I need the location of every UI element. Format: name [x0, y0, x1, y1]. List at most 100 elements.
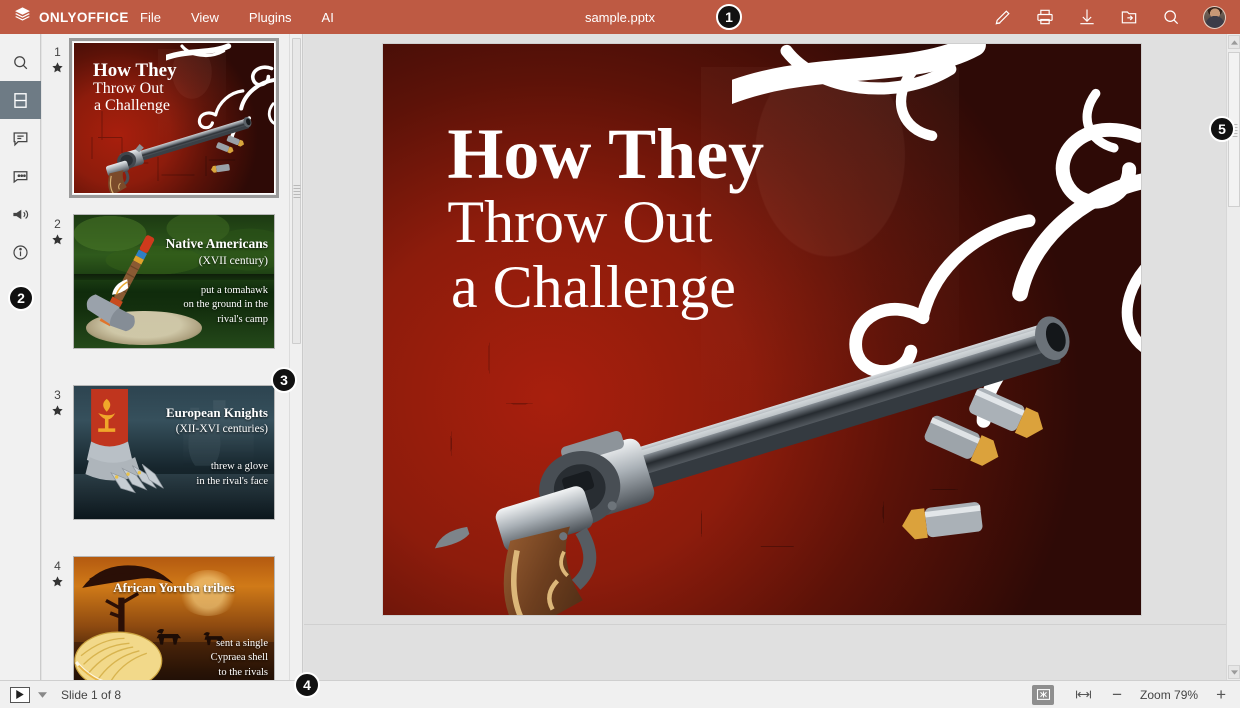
slide-body: threw a glove in the rival's face	[196, 460, 268, 489]
sidebar-item-about[interactable]	[0, 233, 41, 271]
menu-file[interactable]: File	[140, 10, 161, 25]
body-line: threw a glove	[210, 461, 268, 473]
slide-canvas-3: European Knights (XII-XVI centuries) thr…	[74, 386, 274, 519]
menu-plugins[interactable]: Plugins	[249, 10, 292, 25]
thumbnail-meta: 4	[42, 556, 73, 680]
revolver-graphic	[391, 261, 1134, 615]
info-icon	[11, 243, 30, 262]
user-avatar[interactable]	[1203, 5, 1226, 29]
sidebar-item-slides[interactable]	[0, 81, 41, 119]
search-icon[interactable]	[1161, 7, 1181, 27]
revolver-graphic	[78, 102, 270, 193]
body-line: on the ground in the	[183, 299, 268, 311]
comments-icon	[11, 129, 30, 148]
status-bar: Slide 1 of 8 − Zoom 79% +	[0, 680, 1240, 708]
scroll-down-arrow-icon[interactable]	[1228, 665, 1240, 679]
slide-workspace: How They Throw Out a Challenge	[304, 34, 1226, 680]
sidebar-item-chat[interactable]	[0, 157, 41, 195]
thumbnail-meta: 2	[42, 214, 73, 349]
annotation-badge-1: 1	[716, 4, 742, 30]
thumbnail-meta: 3	[42, 385, 73, 520]
search-icon	[11, 53, 30, 72]
open-location-icon[interactable]	[1119, 7, 1139, 27]
slide-heading: European Knights	[166, 404, 268, 420]
workspace-divider	[304, 624, 1226, 625]
thumbnail-meta: 1	[42, 42, 73, 194]
body-line: in the rival's face	[196, 476, 268, 488]
annotation-badge-3: 3	[271, 367, 297, 393]
annotation-badge-5: 5	[1209, 116, 1235, 142]
title-line-1: How They	[93, 60, 177, 81]
scroll-up-arrow-icon[interactable]	[1228, 35, 1240, 49]
annotation-badge-2: 2	[8, 285, 34, 311]
sidebar-item-feedback[interactable]	[0, 195, 41, 233]
thumbnail-slide-3[interactable]: 3 European Knights (XII-XVI centuries) t…	[42, 385, 290, 520]
app-header: ONLYOFFICE File View Plugins AI sample.p…	[0, 0, 1240, 34]
print-icon[interactable]	[1035, 7, 1055, 27]
layers-icon	[14, 6, 31, 28]
feedback-megaphone-icon	[11, 205, 30, 224]
body-line: Cypraea shell	[210, 652, 268, 664]
thumbnail-slide-2[interactable]: 2 Native Americans (XVII century) put a …	[42, 214, 290, 349]
thumbnail-slide-1[interactable]: 1 How They Throw Out a Challenge	[42, 38, 290, 198]
slide-heading: Native Americans	[165, 236, 268, 252]
chat-icon	[11, 167, 30, 186]
download-icon[interactable]	[1077, 7, 1097, 27]
slide-canvas-1: How They Throw Out a Challenge	[74, 43, 274, 193]
slide-body: sent a single Cypraea shell to the rival…	[211, 637, 268, 680]
brand-name: ONLYOFFICE	[39, 9, 129, 25]
slide-number: 1	[54, 45, 61, 59]
sidebar-item-comments[interactable]	[0, 119, 41, 157]
brand-logo[interactable]: ONLYOFFICE	[0, 6, 128, 28]
slides-thumbnails-icon	[11, 91, 30, 110]
scrollbar-grip-icon	[293, 185, 300, 200]
fit-to-width-icon[interactable]	[1072, 685, 1094, 705]
body-line: rival's camp	[217, 313, 268, 325]
slide-number: 3	[54, 388, 61, 402]
zoom-in-button[interactable]: +	[1216, 686, 1226, 703]
menu-view[interactable]: View	[191, 10, 219, 25]
menu-ai[interactable]: AI	[322, 10, 334, 25]
pencil-edit-icon[interactable]	[993, 7, 1013, 27]
title-line-2: Throw Out	[447, 189, 713, 256]
transition-star-icon	[42, 233, 73, 251]
start-slideshow-button[interactable]	[10, 686, 30, 703]
title-line-2: Throw Out	[93, 80, 164, 97]
status-bar-left: Slide 1 of 8	[0, 686, 122, 703]
zoom-out-button[interactable]: −	[1112, 686, 1122, 703]
slides-thumbnail-panel[interactable]: 1 How They Throw Out a Challenge 2 Nativ…	[42, 34, 303, 680]
slide-canvas-2: Native Americans (XVII century) put a to…	[74, 215, 274, 348]
body-line: sent a single	[216, 637, 268, 649]
sidebar-item-search[interactable]	[0, 43, 41, 81]
slide-number: 2	[54, 217, 61, 231]
body-line: to the rivals	[218, 667, 268, 679]
slide-body: put a tomahawk on the ground in the riva…	[183, 284, 268, 327]
header-actions	[993, 0, 1240, 34]
annotation-badge-4: 4	[294, 672, 320, 698]
thumbnail-preview[interactable]: Native Americans (XVII century) put a to…	[73, 214, 275, 349]
slide-canvas-main: How They Throw Out a Challenge	[383, 44, 1141, 615]
main-menu: File View Plugins AI	[140, 10, 334, 25]
thumbnail-preview[interactable]: European Knights (XII-XVI centuries) thr…	[73, 385, 275, 520]
status-bar-right: − Zoom 79% +	[1032, 684, 1240, 705]
body-line: put a tomahawk	[200, 285, 268, 297]
transition-star-icon	[42, 61, 73, 79]
thumbnail-preview[interactable]: How They Throw Out a Challenge	[69, 38, 279, 198]
thumbnail-preview[interactable]: African Yoruba tribes sent a single Cypr…	[73, 556, 275, 680]
slide-subheading: (XVII century)	[198, 254, 268, 267]
slide-heading: African Yoruba tribes	[113, 579, 235, 595]
zoom-level[interactable]: Zoom 79%	[1140, 688, 1198, 702]
left-toolbar	[0, 34, 41, 680]
slide-number: 4	[54, 559, 61, 573]
thumbnail-scrollbar-thumb[interactable]	[292, 38, 301, 344]
slide-subheading: (XII-XVI centuries)	[175, 423, 268, 436]
transition-star-icon	[42, 575, 73, 593]
slide-counter: Slide 1 of 8	[61, 687, 122, 702]
main-slide-canvas[interactable]: How They Throw Out a Challenge	[383, 44, 1141, 615]
thumbnail-slide-4[interactable]: 4 African Yoruba tribes sent a single Cy…	[42, 556, 290, 680]
slide-canvas-4: African Yoruba tribes sent a single Cypr…	[74, 557, 274, 680]
chevron-down-icon[interactable]	[38, 690, 47, 700]
thumbnail-scrollbar[interactable]	[289, 34, 302, 680]
fit-to-slide-icon[interactable]	[1032, 684, 1055, 705]
cypraea-shell-graphic	[74, 621, 174, 680]
